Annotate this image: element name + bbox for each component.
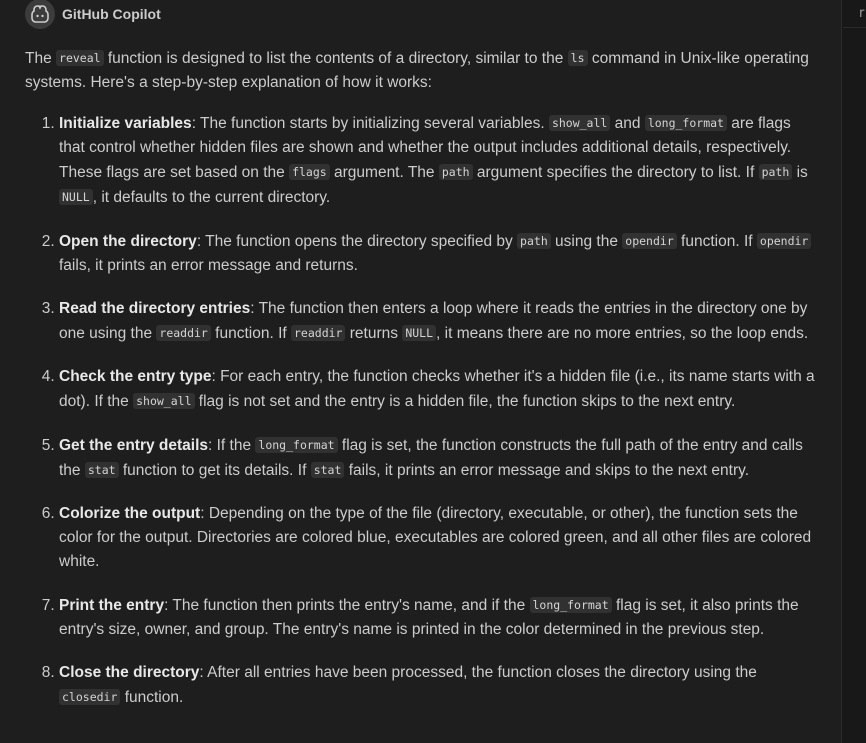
text-run: argument specifies the directory to list… [472,164,759,181]
step-item: Open the directory: The function opens t… [59,229,820,278]
text-run: : The function then prints the entry's n… [164,597,530,614]
inline-code: closedir [59,689,121,705]
step-title: Check the entry type [59,368,212,385]
inline-code: NULL [402,325,437,341]
step-title: Get the entry details [59,437,209,454]
text-run: : The function opens the directory speci… [196,233,518,250]
inline-code: path [758,164,793,180]
step-title: Colorize the output [59,505,201,522]
inline-code: long_format [644,115,727,131]
text-run: : After all entries have been processed,… [199,664,757,681]
text-run: function. If [210,325,291,342]
intro-paragraph: The reveal function is designed to list … [25,46,820,95]
message-header: GitHub Copilot [25,0,161,29]
inline-code: opendir [756,233,812,249]
right-panel-tab[interactable]: r [843,0,866,28]
inline-code: path [517,233,551,249]
step-title: Initialize variables [59,115,192,132]
step-item: Get the entry details: If the long_forma… [59,433,820,483]
text-run: flag is not set and the entry is a hidde… [194,393,736,410]
text-run: : If the [208,437,256,454]
steps-list: Initialize variables: The function start… [25,111,820,710]
inline-code: path [438,164,473,180]
inline-code: show_all [548,115,611,131]
step-item: Check the entry type: For each entry, th… [59,365,820,414]
inline-code: stat [84,462,119,478]
step-item: Close the directory: After all entries h… [59,661,820,710]
text-run: : The function starts by initializing se… [191,115,549,132]
inline-code: long_format [529,597,612,613]
inline-code: flags [289,164,330,180]
right-panel [842,0,866,743]
inline-code: reveal [56,50,104,66]
step-item: Colorize the output: Depending on the ty… [59,502,820,574]
text-run: is [792,164,808,181]
text-run: argument. The [329,164,439,181]
step-title: Open the directory [59,233,197,250]
step-item: Print the entry: The function then print… [59,593,820,642]
text-run: returns [345,325,403,342]
step-item: Initialize variables: The function start… [59,111,820,210]
chat-panel: GitHub Copilot The reveal function is de… [0,0,842,743]
inline-code: show_all [133,393,195,409]
step-title: Read the directory entries [59,300,251,317]
text-run: , it means there are no more entries, so… [436,325,809,342]
inline-code: stat [310,462,345,478]
text-run: using the [550,233,623,250]
text-run: function is designed to list the content… [103,50,568,67]
text-run: function. [120,689,184,706]
inline-code: long_format [255,437,338,453]
author-name: GitHub Copilot [62,6,161,22]
copilot-icon [31,5,49,23]
inline-code: ls [567,50,588,66]
inline-code: readdir [291,325,346,341]
step-item: Read the directory entries: The function… [59,297,820,346]
text-run: fails, it prints an error message and re… [59,257,358,274]
inline-code: readdir [156,325,211,341]
text-run: , it defaults to the current directory. [92,189,331,206]
step-title: Close the directory [59,664,200,681]
text-run: function. If [676,233,757,250]
response-body: The reveal function is designed to list … [25,46,820,729]
text-run: function to get its details. If [118,462,311,479]
step-title: Print the entry [59,597,165,614]
text-run: and [610,115,645,132]
text-run: The [25,50,57,67]
inline-code: NULL [59,189,93,205]
inline-code: opendir [622,233,677,249]
text-run: fails, it prints an error message and sk… [344,462,750,479]
copilot-avatar [25,0,55,29]
